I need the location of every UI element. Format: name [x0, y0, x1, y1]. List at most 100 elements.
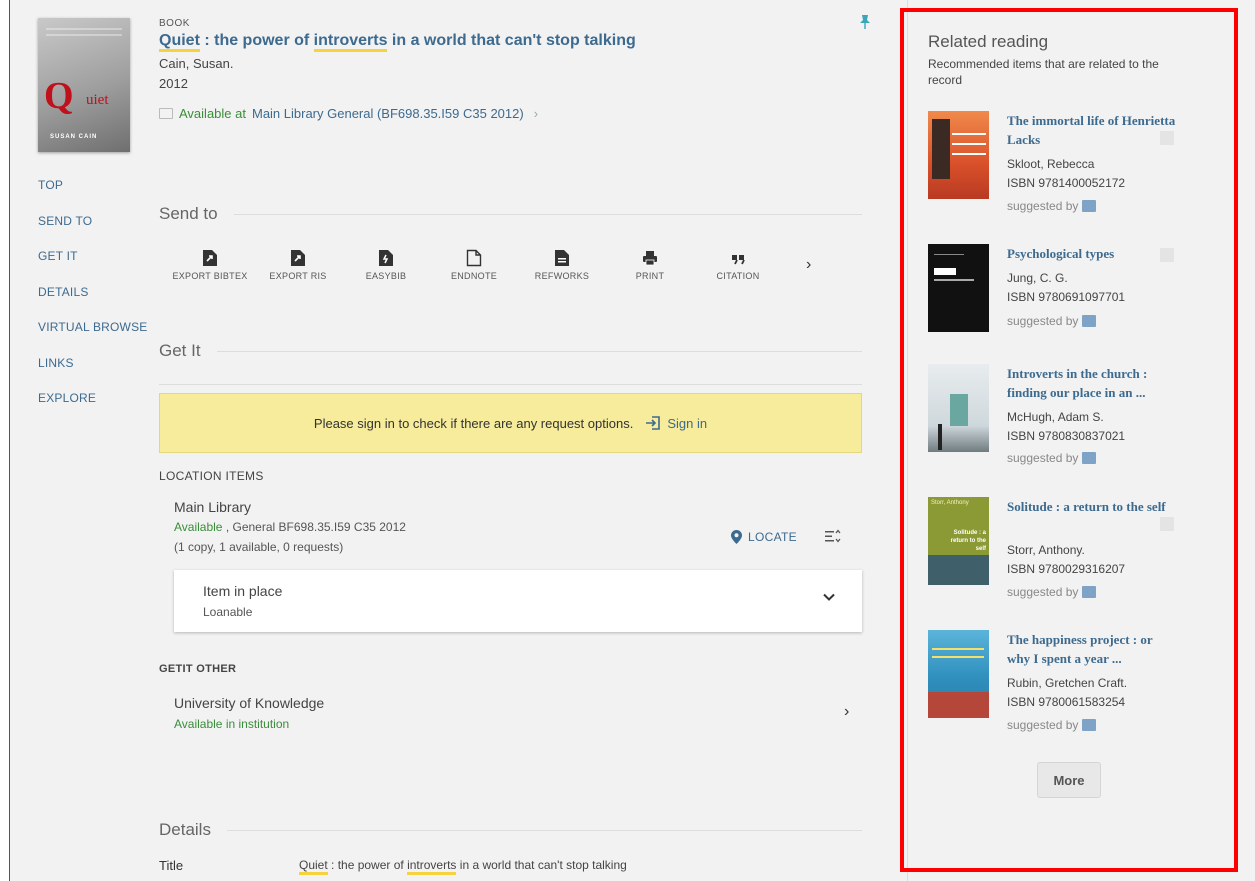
send-to-actions: EXPORT BIBTEX EXPORT RIS EASYBIB ENDNOTE… — [166, 249, 782, 281]
related-item-checkbox[interactable] — [1160, 131, 1174, 145]
record-author: Cain, Susan. — [159, 56, 234, 71]
related-item-title[interactable]: The happiness project : or why I spent a… — [1007, 630, 1177, 668]
section-divider — [226, 829, 862, 831]
cover-decoration — [952, 143, 986, 145]
related-item-cover[interactable] — [928, 111, 989, 199]
title-highlight-introverts: introverts — [313, 32, 388, 52]
title-highlight-quiet: Quiet — [159, 32, 200, 52]
other-institution-name[interactable]: University of Knowledge — [174, 695, 324, 711]
nav-link-get-it[interactable]: GET IT — [38, 249, 148, 285]
suggestion-source-icon[interactable] — [1082, 719, 1097, 731]
nav-link-send-to[interactable]: SEND TO — [38, 214, 148, 250]
nav-link-links[interactable]: LINKS — [38, 356, 148, 392]
record-title-link[interactable]: Quiet : the power of introverts in a wor… — [159, 32, 636, 52]
cover-decoration — [952, 153, 986, 155]
detail-title-label: Title — [159, 858, 184, 873]
send-to-heading: Send to — [159, 204, 218, 223]
other-institution-availability: Available in institution — [174, 717, 290, 731]
left-section-nav: TOP SEND TO GET IT DETAILS VIRTUAL BROWS… — [38, 178, 148, 427]
sign-in-icon — [646, 416, 661, 430]
more-button[interactable]: More — [1037, 762, 1101, 798]
endnote-button[interactable]: ENDNOTE — [430, 249, 518, 281]
suggested-by-label: suggested by — [1007, 314, 1079, 328]
related-item-isbn: ISBN 9781400052172 — [1007, 176, 1126, 190]
related-item-checkbox[interactable] — [1160, 517, 1174, 531]
status-available: Available — [174, 520, 223, 534]
related-item-title[interactable]: Introverts in the church : finding our p… — [1007, 364, 1177, 402]
send-to-next-chevron-icon[interactable]: › — [806, 256, 811, 274]
cover-band — [928, 555, 989, 585]
nav-link-virtual-browse[interactable]: VIRTUAL BROWSE — [38, 320, 148, 356]
related-item-isbn: ISBN 9780029316207 — [1007, 562, 1126, 576]
book-shelf-icon — [159, 108, 173, 119]
item-card[interactable]: Item in place Loanable — [174, 570, 862, 632]
chevron-right-icon: › — [533, 106, 539, 121]
location-items-label: LOCATION ITEMS — [159, 469, 264, 483]
related-item-author: Storr, Anthony. — [1007, 543, 1085, 557]
locate-button[interactable]: LOCATE — [731, 530, 797, 544]
related-item-title[interactable]: Solitude : a return to the self — [1007, 497, 1177, 516]
send-item-label: EASYBIB — [365, 271, 407, 281]
related-item-title[interactable]: Psychological types — [1007, 244, 1177, 263]
related-item-suggested: suggested by — [1007, 314, 1097, 328]
export-ris-icon — [291, 250, 305, 266]
related-item-cover[interactable]: Storr, Anthony Solitude : a return to th… — [928, 497, 989, 585]
export-bibtex-button[interactable]: EXPORT BIBTEX — [166, 249, 254, 281]
record-year: 2012 — [159, 76, 188, 91]
easybib-button[interactable]: EASYBIB — [342, 249, 430, 281]
chevron-down-icon[interactable] — [822, 590, 836, 604]
cover-title-text: Solitude : a return to the self — [950, 530, 986, 552]
suggestion-source-icon[interactable] — [1082, 586, 1097, 598]
related-item-author: Jung, C. G. — [1007, 271, 1068, 285]
related-item-cover[interactable] — [928, 630, 989, 718]
cover-decoration — [952, 133, 986, 135]
nav-link-details[interactable]: DETAILS — [38, 285, 148, 321]
cover-figure — [938, 424, 942, 450]
related-item-author: McHugh, Adam S. — [1007, 410, 1104, 424]
signin-link[interactable]: Sign in — [645, 415, 707, 431]
pin-icon[interactable] — [858, 14, 872, 30]
suggested-by-label: suggested by — [1007, 718, 1079, 732]
related-item-suggested: suggested by — [1007, 718, 1097, 732]
nav-link-explore[interactable]: EXPLORE — [38, 391, 148, 427]
book-cover-image[interactable]: Q uiet SUSAN CAIN — [38, 18, 130, 152]
easybib-icon — [379, 250, 393, 266]
title-part: in a world that can't stop talking — [456, 858, 627, 872]
suggestion-source-icon[interactable] — [1082, 315, 1097, 327]
related-item-checkbox[interactable] — [1160, 248, 1174, 262]
related-item-isbn: ISBN 9780061583254 — [1007, 695, 1126, 709]
chevron-right-icon[interactable]: › — [844, 703, 849, 721]
related-item-cover[interactable] — [928, 244, 989, 332]
citation-button[interactable]: CITATION — [694, 249, 782, 281]
nav-link-top[interactable]: TOP — [38, 178, 148, 214]
get-it-section-header: Get It — [159, 341, 862, 361]
cover-church — [950, 394, 968, 426]
cover-letter-q: Q — [44, 75, 74, 117]
related-item-cover[interactable] — [928, 364, 989, 452]
getit-other-label: GETIT OTHER — [159, 663, 237, 675]
send-item-label: ENDNOTE — [450, 271, 498, 281]
print-button[interactable]: PRINT — [606, 249, 694, 281]
citation-icon — [732, 255, 745, 265]
cover-decoration — [46, 28, 122, 30]
location-library-name[interactable]: Main Library — [174, 499, 251, 515]
details-section-header: Details — [159, 820, 862, 840]
item-status: Item in place — [203, 583, 283, 599]
availability-location: Main Library General (BF698.35.I59 C35 2… — [251, 106, 524, 121]
refworks-button[interactable]: REFWORKS — [518, 249, 606, 281]
sort-options-icon[interactable] — [825, 529, 841, 543]
export-ris-button[interactable]: EXPORT RIS — [254, 249, 342, 281]
suggestion-source-icon[interactable] — [1082, 452, 1097, 464]
record-type-label: BOOK — [159, 18, 190, 29]
related-item-title[interactable]: The immortal life of Henrietta Lacks — [1007, 111, 1177, 149]
suggestion-source-icon[interactable] — [1082, 200, 1097, 212]
cover-author-text: Storr, Anthony — [931, 500, 969, 506]
availability-link[interactable]: Available at Main Library General (BF698… — [159, 106, 538, 121]
detail-title-value: Quiet : the power of introverts in a wor… — [299, 858, 627, 875]
related-item-isbn: ISBN 9780691097701 — [1007, 290, 1126, 304]
section-divider — [233, 213, 862, 215]
cover-decoration — [932, 648, 984, 650]
locate-label: LOCATE — [748, 530, 797, 544]
section-divider — [216, 350, 862, 352]
export-bibtex-icon — [203, 250, 217, 266]
